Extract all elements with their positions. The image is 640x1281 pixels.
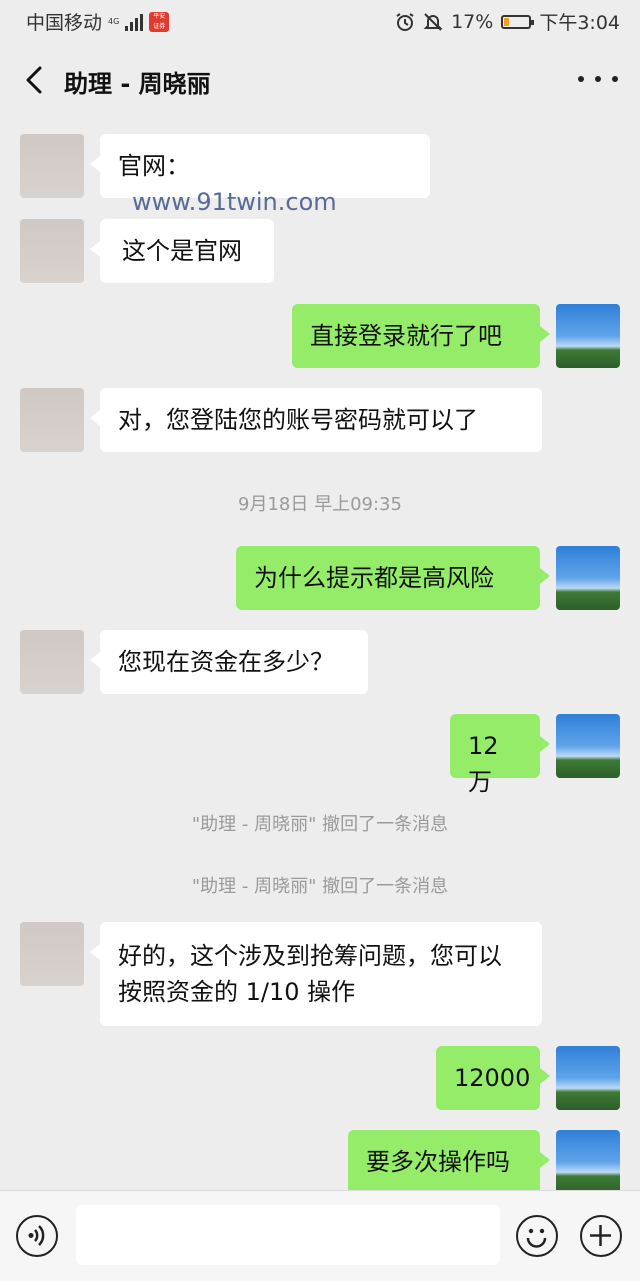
voice-icon[interactable] xyxy=(16,1215,58,1257)
status-bar: 中国移动 4G 平安 证券 17% 下午3:04 xyxy=(0,0,640,44)
contact-avatar[interactable] xyxy=(20,388,84,452)
message-text: 这个是官网 xyxy=(122,237,242,265)
alarm-icon xyxy=(396,12,414,31)
carrier-name: 中国移动 xyxy=(26,12,103,34)
mute-bell-icon xyxy=(423,12,443,31)
user-avatar[interactable] xyxy=(556,1130,620,1190)
contact-avatar[interactable] xyxy=(20,134,84,198)
message-bubble[interactable]: 要多次操作吗 xyxy=(348,1130,550,1190)
chevron-left-icon[interactable] xyxy=(18,62,54,98)
battery-fill xyxy=(504,17,509,26)
message-bubble[interactable]: 这个是官网 xyxy=(90,219,274,283)
signal-icon xyxy=(125,13,144,31)
contact-avatar[interactable] xyxy=(20,219,84,283)
emoji-icon[interactable] xyxy=(516,1215,558,1257)
message-bubble[interactable]: 官网： www.91twin.com xyxy=(90,134,430,216)
message-text: 为什么提示都是高风险 xyxy=(254,564,494,592)
input-bar xyxy=(0,1190,640,1281)
contact-avatar[interactable] xyxy=(20,922,84,986)
message-bubble[interactable]: 对，您登陆您的账号密码就可以了 xyxy=(90,388,542,452)
recall-notice: "助理 - 周晓丽" 撤回了一条消息 xyxy=(191,876,449,897)
message-bubble[interactable]: 12万 xyxy=(450,714,550,796)
timestamp: 9月18日 早上09:35 xyxy=(238,494,402,515)
message-list[interactable]: 官网： www.91twin.com 这个是官网 直接登录就行了吧 对，您登陆您… xyxy=(0,120,640,1190)
message-bubble[interactable]: 为什么提示都是高风险 xyxy=(236,546,550,610)
user-avatar[interactable] xyxy=(556,1046,620,1110)
plus-icon[interactable] xyxy=(580,1215,622,1257)
message-bubble[interactable]: 12000 xyxy=(436,1046,550,1110)
message-link[interactable]: www.91twin.com xyxy=(132,188,337,216)
battery-percent: 17% xyxy=(451,10,494,33)
message-input[interactable] xyxy=(76,1205,500,1265)
message-text: 您现在资金在多少？ xyxy=(118,648,334,676)
message-text: 官网： xyxy=(118,152,190,180)
message-bubble[interactable]: 直接登录就行了吧 xyxy=(292,304,550,368)
recall-notice: "助理 - 周晓丽" 撤回了一条消息 xyxy=(191,814,449,835)
app-notification-icon: 平安 证券 xyxy=(149,11,170,32)
message-text: 12000 xyxy=(454,1064,531,1092)
message-text: 直接登录就行了吧 xyxy=(310,322,502,350)
contact-avatar[interactable] xyxy=(20,630,84,694)
message-text: 12万 xyxy=(468,732,499,796)
user-avatar[interactable] xyxy=(556,304,620,368)
battery-icon xyxy=(501,14,535,29)
chat-header: 助理 - 周晓丽 xyxy=(0,44,640,120)
message-text: 好的，这个涉及到抢筹问题，您可以按照资金的 1/10 操作 xyxy=(118,942,502,1006)
user-avatar[interactable] xyxy=(556,546,620,610)
message-text: 要多次操作吗 xyxy=(366,1148,510,1176)
clock: 下午3:04 xyxy=(539,12,620,34)
chat-title: 助理 - 周晓丽 xyxy=(64,70,211,98)
user-avatar[interactable] xyxy=(556,714,620,778)
status-right: 17% 下午3:04 xyxy=(395,8,620,35)
message-bubble[interactable]: 好的，这个涉及到抢筹问题，您可以按照资金的 1/10 操作 xyxy=(90,922,542,1026)
status-left: 中国移动 4G 平安 证券 xyxy=(26,8,170,35)
network-type: 4G xyxy=(108,16,120,26)
message-text: 对，您登陆您的账号密码就可以了 xyxy=(118,406,478,434)
more-dots-icon[interactable] xyxy=(578,64,618,94)
message-bubble[interactable]: 您现在资金在多少？ xyxy=(90,630,368,694)
